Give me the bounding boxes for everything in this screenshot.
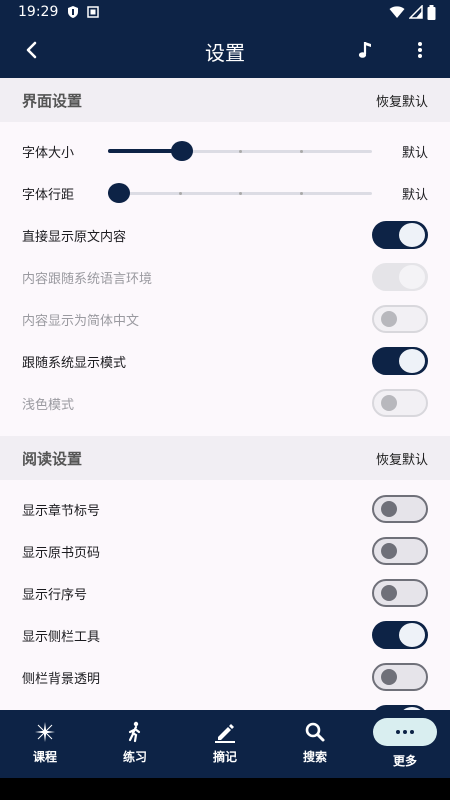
section-title: 界面设置 — [22, 91, 83, 110]
toggle-switch[interactable] — [372, 263, 428, 291]
setting-sidebar-tools[interactable]: 显示侧栏工具 — [0, 614, 450, 656]
setting-label: 显示原书页码 — [22, 545, 101, 561]
more-horizontal-icon — [396, 730, 414, 734]
setting-light-mode[interactable]: 浅色模式 — [0, 382, 450, 424]
font-size-slider[interactable] — [108, 141, 372, 161]
setting-label: 直接显示原文内容 — [22, 229, 127, 245]
battery-icon — [427, 4, 436, 20]
toggle-knob — [399, 623, 425, 647]
toggle-knob — [399, 223, 425, 247]
nav-active-indicator — [373, 718, 437, 746]
setting-line-spacing: 字体行距 默认 — [0, 172, 450, 214]
nav-label: 搜索 — [302, 750, 327, 764]
setting-chapter-numbers[interactable]: 显示章节标号 — [0, 488, 450, 530]
setting-label: 字体行距 — [22, 187, 75, 203]
section-header-reading: 阅读设置 恢复默认 — [0, 436, 450, 480]
setting-simplified-chinese[interactable]: 内容显示为简体中文 — [0, 298, 450, 340]
slider-value-label: 默认 — [401, 145, 428, 161]
setting-label: 显示章节标号 — [22, 503, 101, 519]
settings-list[interactable]: 界面设置 恢复默认 字体大小 默认 字体行距 默认 直接显示原文内容 内容跟随系… — [0, 78, 450, 710]
search-icon — [305, 722, 325, 742]
toggle-switch[interactable] — [372, 537, 428, 565]
setting-label: 显示行序号 — [22, 587, 88, 603]
system-navigation-bar — [0, 778, 450, 800]
toggle-knob — [399, 349, 425, 373]
setting-partial-row — [0, 698, 450, 710]
reset-defaults-button[interactable]: 恢复默认 — [376, 449, 428, 468]
setting-label: 内容跟随系统语言环境 — [22, 271, 153, 287]
setting-sidebar-transparent[interactable]: 侧栏背景透明 — [0, 656, 450, 698]
nav-item-courses[interactable]: 课程 — [0, 710, 90, 778]
setting-line-numbers[interactable]: 显示行序号 — [0, 572, 450, 614]
app-bar: 设置 — [0, 24, 450, 78]
status-bar: 19:29 — [0, 0, 450, 24]
slider-tick — [239, 150, 242, 153]
toggle-switch[interactable] — [372, 221, 428, 249]
setting-label: 跟随系统显示模式 — [22, 355, 127, 371]
nav-item-search[interactable]: 搜索 — [270, 710, 360, 778]
back-arrow-icon[interactable] — [20, 38, 44, 62]
toggle-switch[interactable] — [372, 621, 428, 649]
toggle-knob — [381, 501, 397, 517]
toggle-knob — [381, 311, 397, 327]
slider-tick — [299, 150, 303, 153]
bottom-navigation: 课程 练习 摘记 搜索 更多 — [0, 710, 450, 778]
setting-show-original[interactable]: 直接显示原文内容 — [0, 214, 450, 256]
setting-label: 字体大小 — [22, 145, 75, 161]
toggle-knob — [381, 395, 397, 411]
sparkle-icon — [35, 722, 55, 742]
toggle-switch[interactable] — [372, 305, 428, 333]
shield-icon — [68, 6, 79, 18]
setting-label: 浅色模式 — [22, 397, 75, 413]
setting-label: 侧栏背景透明 — [22, 671, 101, 687]
slider-tick — [239, 192, 242, 195]
toggle-knob — [381, 585, 397, 601]
toggle-knob — [381, 543, 397, 559]
setting-label: 显示侧栏工具 — [22, 629, 101, 645]
nav-item-more[interactable]: 更多 — [360, 710, 450, 778]
setting-original-page-numbers[interactable]: 显示原书页码 — [0, 530, 450, 572]
walking-person-icon — [128, 721, 141, 743]
slider-thumb[interactable] — [108, 183, 130, 203]
nav-label: 课程 — [32, 750, 57, 764]
setting-follow-system-display[interactable]: 跟随系统显示模式 — [0, 340, 450, 382]
nav-label: 更多 — [392, 754, 417, 768]
toggle-switch[interactable] — [372, 495, 428, 523]
reset-defaults-button[interactable]: 恢复默认 — [376, 91, 428, 110]
pencil-icon — [215, 724, 235, 743]
nav-item-practice[interactable]: 练习 — [90, 710, 180, 778]
slider-tick — [178, 192, 182, 195]
nav-item-notes[interactable]: 摘记 — [180, 710, 270, 778]
setting-follow-system-language[interactable]: 内容跟随系统语言环境 — [0, 256, 450, 298]
toggle-knob — [381, 669, 397, 685]
page-title: 设置 — [205, 41, 245, 65]
toggle-knob — [399, 265, 425, 289]
toggle-switch[interactable] — [372, 579, 428, 607]
more-vertical-icon[interactable] — [408, 38, 432, 62]
setting-label: 内容显示为简体中文 — [22, 313, 140, 329]
notification-icon — [87, 6, 100, 18]
toggle-switch[interactable] — [372, 389, 428, 417]
wifi-icon — [389, 6, 405, 18]
section-title: 阅读设置 — [22, 449, 83, 468]
section-header-interface: 界面设置 恢复默认 — [0, 78, 450, 122]
toggle-switch[interactable] — [372, 663, 428, 691]
toggle-switch[interactable] — [372, 347, 428, 375]
line-spacing-slider[interactable] — [108, 183, 372, 203]
music-note-icon[interactable] — [355, 38, 379, 62]
setting-font-size: 字体大小 默认 — [0, 130, 450, 172]
signal-icon — [409, 5, 423, 19]
status-time: 19:29 — [18, 4, 59, 20]
nav-label: 摘记 — [212, 750, 237, 764]
slider-thumb[interactable] — [170, 141, 193, 161]
slider-value-label: 默认 — [401, 187, 428, 203]
nav-label: 练习 — [122, 750, 147, 764]
slider-tick — [299, 192, 303, 195]
